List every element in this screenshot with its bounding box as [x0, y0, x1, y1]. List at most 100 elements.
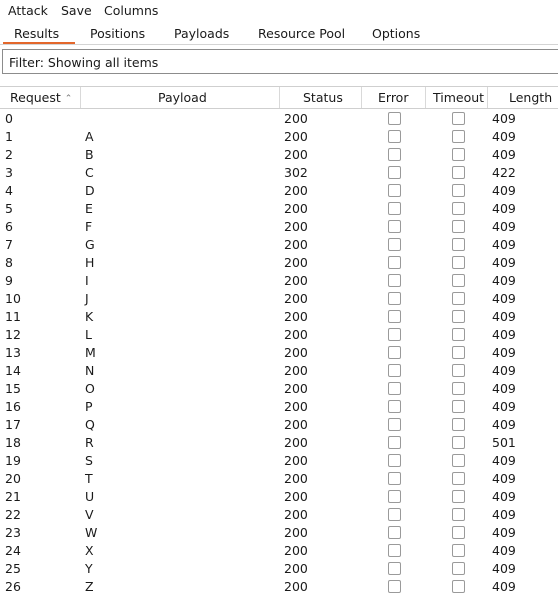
table-row[interactable]: 20 T 200 409 [0, 470, 558, 488]
table-row[interactable]: 1 A 200 409 [0, 128, 558, 146]
tab-resource-pool[interactable]: Resource Pool [258, 26, 345, 41]
column-header-length[interactable]: Length [509, 87, 552, 108]
error-checkbox[interactable] [388, 580, 401, 593]
column-divider[interactable] [487, 87, 488, 108]
timeout-checkbox[interactable] [452, 400, 465, 413]
timeout-checkbox[interactable] [452, 490, 465, 503]
table-row[interactable]: 6 F 200 409 [0, 218, 558, 236]
table-row[interactable]: 8 H 200 409 [0, 254, 558, 272]
tab-positions[interactable]: Positions [90, 26, 145, 41]
table-row[interactable]: 5 E 200 409 [0, 200, 558, 218]
timeout-checkbox[interactable] [452, 220, 465, 233]
table-row[interactable]: 17 Q 200 409 [0, 416, 558, 434]
error-checkbox[interactable] [388, 202, 401, 215]
table-row[interactable]: 0 200 409 [0, 110, 558, 128]
column-divider[interactable] [279, 87, 280, 108]
menu-save[interactable]: Save [61, 3, 92, 18]
timeout-checkbox[interactable] [452, 292, 465, 305]
table-row[interactable]: 7 G 200 409 [0, 236, 558, 254]
timeout-checkbox[interactable] [452, 238, 465, 251]
tab-options[interactable]: Options [372, 26, 420, 41]
timeout-checkbox[interactable] [452, 472, 465, 485]
timeout-checkbox[interactable] [452, 544, 465, 557]
error-checkbox[interactable] [388, 130, 401, 143]
error-checkbox[interactable] [388, 454, 401, 467]
table-row[interactable]: 12 L 200 409 [0, 326, 558, 344]
error-checkbox[interactable] [388, 382, 401, 395]
timeout-checkbox[interactable] [452, 436, 465, 449]
error-checkbox[interactable] [388, 364, 401, 377]
timeout-checkbox[interactable] [452, 130, 465, 143]
column-header-error[interactable]: Error [378, 87, 408, 108]
timeout-checkbox[interactable] [452, 310, 465, 323]
table-row[interactable]: 13 M 200 409 [0, 344, 558, 362]
timeout-checkbox[interactable] [452, 364, 465, 377]
error-checkbox[interactable] [388, 112, 401, 125]
timeout-checkbox[interactable] [452, 112, 465, 125]
table-row[interactable]: 15 O 200 409 [0, 380, 558, 398]
error-checkbox[interactable] [388, 544, 401, 557]
error-checkbox[interactable] [388, 526, 401, 539]
column-divider[interactable] [425, 87, 426, 108]
table-row[interactable]: 21 U 200 409 [0, 488, 558, 506]
tab-results[interactable]: Results [14, 26, 59, 41]
error-checkbox[interactable] [388, 184, 401, 197]
timeout-checkbox[interactable] [452, 508, 465, 521]
menu-attack[interactable]: Attack [8, 3, 48, 18]
column-header-request[interactable]: Request ⌃ [10, 87, 72, 108]
column-header-payload[interactable]: Payload [158, 87, 207, 108]
error-checkbox[interactable] [388, 418, 401, 431]
error-checkbox[interactable] [388, 490, 401, 503]
table-row[interactable]: 3 C 302 422 [0, 164, 558, 182]
table-row[interactable]: 16 P 200 409 [0, 398, 558, 416]
error-checkbox[interactable] [388, 166, 401, 179]
timeout-checkbox[interactable] [452, 274, 465, 287]
timeout-checkbox[interactable] [452, 256, 465, 269]
table-row[interactable]: 24 X 200 409 [0, 542, 558, 560]
timeout-checkbox[interactable] [452, 148, 465, 161]
table-row[interactable]: 26 Z 200 409 [0, 578, 558, 596]
error-checkbox[interactable] [388, 220, 401, 233]
table-row[interactable]: 10 J 200 409 [0, 290, 558, 308]
table-row[interactable]: 11 K 200 409 [0, 308, 558, 326]
timeout-checkbox[interactable] [452, 418, 465, 431]
table-row[interactable]: 4 D 200 409 [0, 182, 558, 200]
error-checkbox[interactable] [388, 274, 401, 287]
error-checkbox[interactable] [388, 436, 401, 449]
column-divider[interactable] [80, 87, 81, 108]
timeout-checkbox[interactable] [452, 202, 465, 215]
error-checkbox[interactable] [388, 346, 401, 359]
timeout-checkbox[interactable] [452, 166, 465, 179]
table-row[interactable]: 19 S 200 409 [0, 452, 558, 470]
error-checkbox[interactable] [388, 310, 401, 323]
filter-bar[interactable]: Filter: Showing all items [2, 49, 558, 74]
timeout-checkbox[interactable] [452, 328, 465, 341]
timeout-checkbox[interactable] [452, 346, 465, 359]
table-row[interactable]: 22 V 200 409 [0, 506, 558, 524]
column-header-timeout[interactable]: Timeout [433, 87, 484, 108]
error-checkbox[interactable] [388, 400, 401, 413]
error-checkbox[interactable] [388, 508, 401, 521]
timeout-checkbox[interactable] [452, 580, 465, 593]
column-divider[interactable] [361, 87, 362, 108]
timeout-checkbox[interactable] [452, 184, 465, 197]
table-row[interactable]: 2 B 200 409 [0, 146, 558, 164]
table-row[interactable]: 25 Y 200 409 [0, 560, 558, 578]
table-row[interactable]: 9 I 200 409 [0, 272, 558, 290]
table-row[interactable]: 18 R 200 501 [0, 434, 558, 452]
table-row[interactable]: 14 N 200 409 [0, 362, 558, 380]
timeout-checkbox[interactable] [452, 454, 465, 467]
timeout-checkbox[interactable] [452, 562, 465, 575]
menu-columns[interactable]: Columns [104, 3, 158, 18]
column-header-status[interactable]: Status [303, 87, 343, 108]
error-checkbox[interactable] [388, 256, 401, 269]
error-checkbox[interactable] [388, 238, 401, 251]
timeout-checkbox[interactable] [452, 526, 465, 539]
error-checkbox[interactable] [388, 562, 401, 575]
error-checkbox[interactable] [388, 148, 401, 161]
tab-payloads[interactable]: Payloads [174, 26, 229, 41]
error-checkbox[interactable] [388, 472, 401, 485]
error-checkbox[interactable] [388, 292, 401, 305]
timeout-checkbox[interactable] [452, 382, 465, 395]
error-checkbox[interactable] [388, 328, 401, 341]
